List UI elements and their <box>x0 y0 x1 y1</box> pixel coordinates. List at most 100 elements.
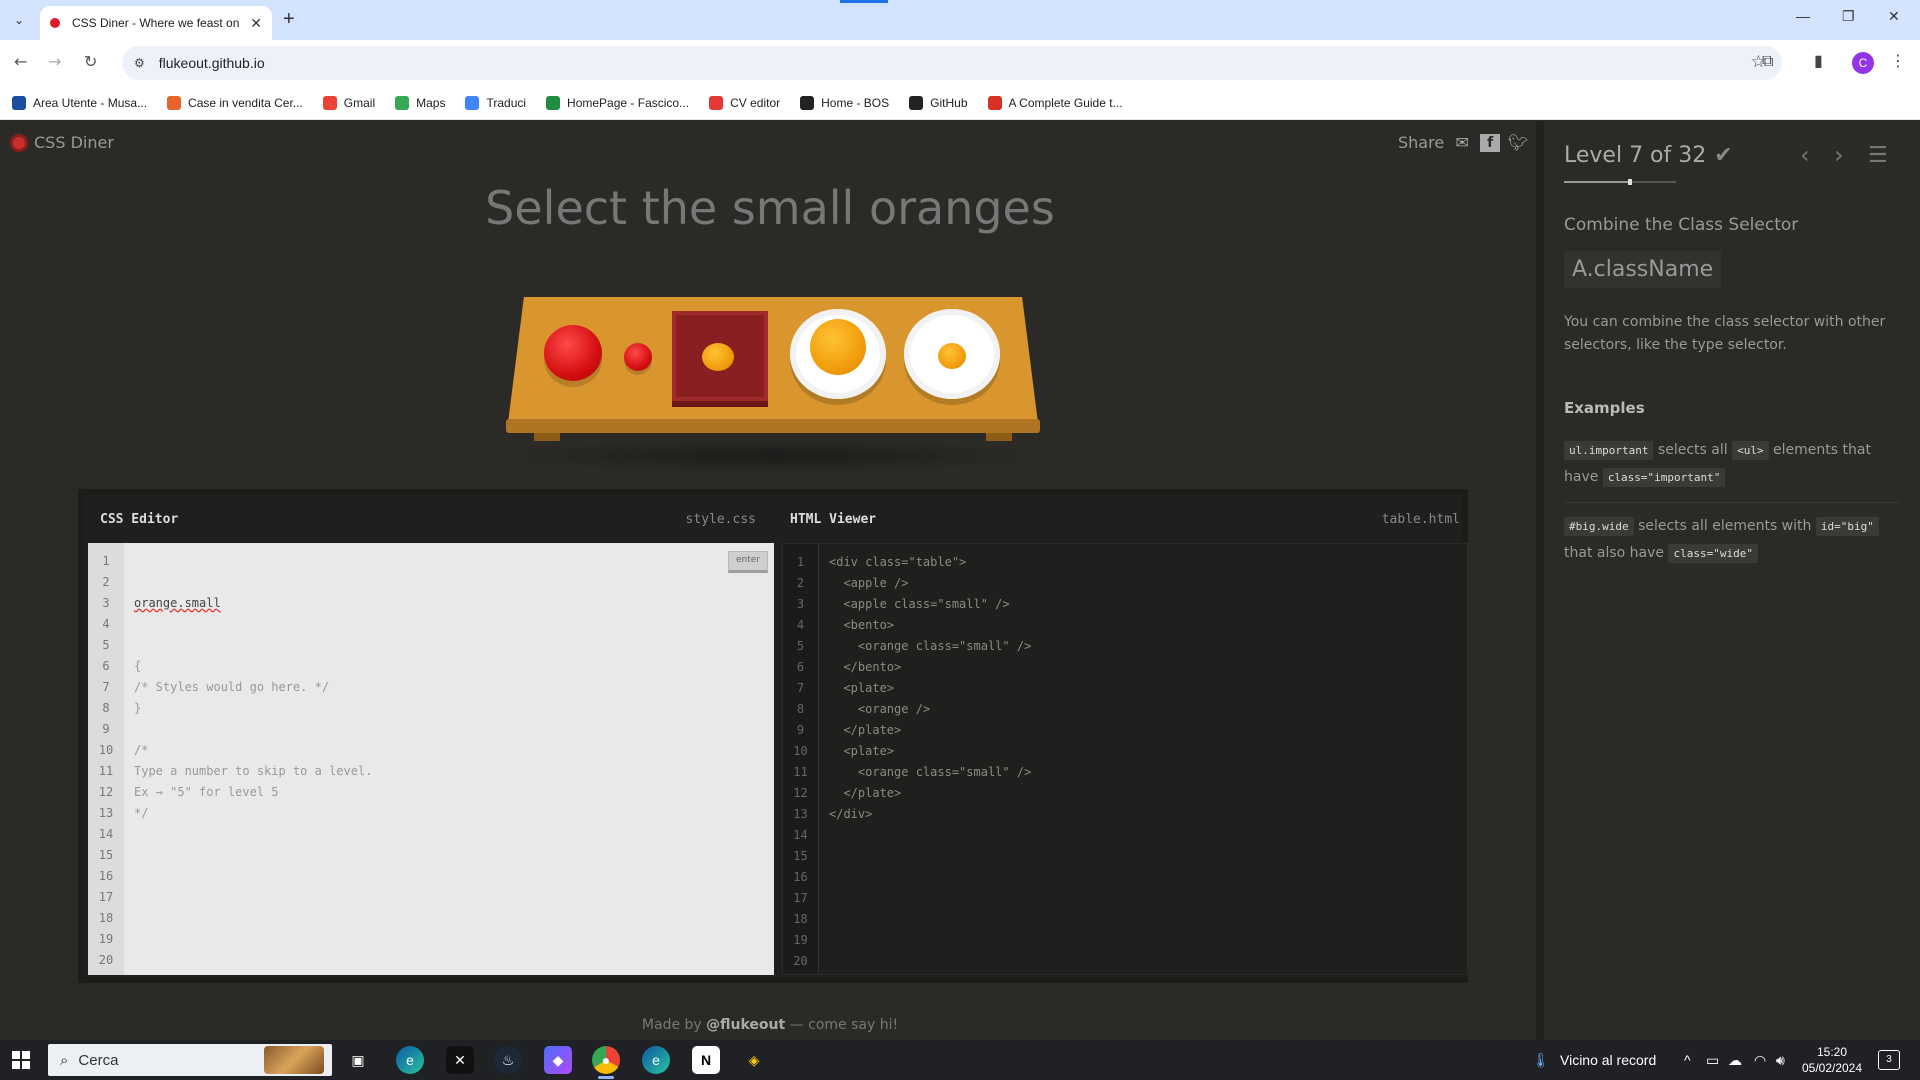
css-diner-favicon-icon <box>50 18 60 28</box>
code-line: <plate> <box>829 744 895 758</box>
close-tab-icon[interactable]: ✕ <box>250 15 262 32</box>
bookmark-label: Area Utente - Musa... <box>33 95 148 110</box>
css-code[interactable]: orange.small {/* Styles would go here. *… <box>134 551 372 866</box>
bookmark-label: Traduci <box>486 95 527 110</box>
code-line: */ <box>134 806 149 820</box>
orange-small-in-bento[interactable] <box>702 343 734 371</box>
site-settings-icon[interactable]: ⚙ <box>134 56 145 70</box>
bookmark-item[interactable]: Traduci <box>465 95 527 110</box>
chrome-icon[interactable]: ● <box>592 1046 620 1074</box>
example-code: ul.important <box>1564 441 1654 460</box>
git-client-icon[interactable]: ◈ <box>740 1046 768 1074</box>
twitter-icon[interactable]: 🐦︎ <box>1508 133 1528 152</box>
visual-studio-icon[interactable]: ◆ <box>544 1046 572 1074</box>
bookmark-item[interactable]: HomePage - Fascico... <box>546 95 689 110</box>
example-code: #big.wide <box>1564 517 1634 536</box>
bookmark-item[interactable]: GitHub <box>909 95 968 110</box>
code-line: <apple class="small" /> <box>829 597 1010 611</box>
bookmark-label: Home - BOS <box>821 95 890 110</box>
previous-level-icon[interactable]: ‹ <box>1800 141 1810 169</box>
taskbar-search[interactable]: ⌕ Cerca <box>48 1044 332 1076</box>
browser-toolbar: ← → ↻ ⚙ flukeout.github.io ☆ ⧉ ▮ C ⋮ <box>0 40 1920 86</box>
css-diner-page: CSS Diner Share ✉ f 🐦︎ Select the small … <box>0 121 1920 1040</box>
line-number: 19 <box>98 932 114 946</box>
selector-syntax: A.className <box>1564 251 1722 288</box>
search-icon: ⌕ <box>60 1051 69 1069</box>
windows-start-icon[interactable] <box>12 1051 30 1069</box>
volume-icon[interactable]: 🔊︎ <box>1776 1052 1785 1069</box>
next-level-icon[interactable]: › <box>1834 141 1844 169</box>
html-code: <div class="table"> <apple /> <apple cla… <box>829 552 1031 825</box>
steam-icon[interactable]: ♨ <box>494 1046 522 1074</box>
enter-button[interactable]: enter <box>728 551 768 573</box>
line-number: 13 <box>793 807 808 821</box>
task-view-icon[interactable]: ▣ <box>344 1046 372 1074</box>
level-menu-icon[interactable]: ☰ <box>1868 143 1888 168</box>
apple[interactable] <box>544 325 602 381</box>
tab-search-chevron-icon[interactable]: ⌄ <box>8 9 30 31</box>
orange-on-plate[interactable] <box>810 319 866 375</box>
html-viewer-title: HTML Viewer <box>790 511 877 527</box>
meet-now-icon[interactable]: ▭ <box>1706 1052 1719 1069</box>
line-number: 18 <box>98 911 114 925</box>
chrome-menu-icon[interactable]: ⋮ <box>1890 51 1906 70</box>
bookmark-item[interactable]: Maps <box>395 95 445 110</box>
address-bar[interactable]: ⚙ flukeout.github.io ☆ <box>122 46 1782 80</box>
show-hidden-icons-icon[interactable]: ^ <box>1684 1052 1691 1068</box>
bookmark-item[interactable]: CV editor <box>709 95 780 110</box>
edge-icon[interactable]: e <box>396 1046 424 1074</box>
sidebar-divider <box>1536 121 1544 1040</box>
network-icon[interactable]: ◠ <box>1754 1052 1766 1069</box>
facebook-icon[interactable]: f <box>1480 133 1501 152</box>
back-icon[interactable]: ← <box>14 52 27 71</box>
apple-small[interactable] <box>624 343 652 371</box>
reload-icon[interactable]: ↻ <box>84 52 97 71</box>
weather-thermometer-icon[interactable]: 🌡︎ <box>1532 1052 1550 1069</box>
notion-icon[interactable]: N <box>692 1046 720 1074</box>
side-panel-icon[interactable]: ▮ <box>1814 51 1823 70</box>
css-editor-header: CSS Editor style.css <box>100 495 770 543</box>
epic-games-icon[interactable]: ✕ <box>446 1046 474 1074</box>
flukeout-link[interactable]: @flukeout <box>706 1017 785 1033</box>
minimize-icon[interactable]: — <box>1796 8 1810 24</box>
bookmark-item[interactable]: Area Utente - Musa... <box>12 95 148 110</box>
search-placeholder: Cerca <box>78 1051 119 1069</box>
system-clock[interactable]: 15:20 05/02/2024 <box>1800 1044 1864 1076</box>
restore-icon[interactable]: ❐ <box>1842 8 1855 25</box>
notifications-icon[interactable]: 3 <box>1878 1050 1900 1070</box>
browser-tab-active[interactable]: CSS Diner - Where we feast on ✕ <box>40 6 272 40</box>
edge-beta-icon[interactable]: e <box>642 1046 670 1074</box>
line-number: 3 <box>796 597 805 611</box>
css-input[interactable]: orange.small <box>134 593 372 614</box>
code-line: <div class="table"> <box>829 555 967 569</box>
examples-title: Examples <box>1564 399 1645 417</box>
css-editor[interactable]: 1 2 3 4 5 6 7 8 9 10 11 12 13 14 15 16 17 18 19 20 orange.s… <box>88 543 774 975</box>
email-icon[interactable]: ✉ <box>1452 133 1472 152</box>
close-window-icon[interactable]: ✕ <box>1888 8 1900 25</box>
bookmark-item[interactable]: A Complete Guide t... <box>987 95 1123 110</box>
line-number: 8 <box>102 701 110 715</box>
new-tab-icon[interactable]: + <box>283 8 295 31</box>
line-number: 11 <box>793 765 808 779</box>
bookmark-item[interactable]: Gmail <box>322 95 375 110</box>
orange-small-on-plate[interactable] <box>938 343 966 369</box>
share-label: Share <box>1398 133 1445 152</box>
line-number: 12 <box>793 786 808 800</box>
profile-avatar[interactable]: C <box>1852 52 1874 74</box>
line-number: 4 <box>102 617 110 631</box>
bookmark-item[interactable]: Case in vendita Cer... <box>167 95 303 110</box>
forward-icon[interactable]: → <box>48 52 61 71</box>
level-progress-fill <box>1564 181 1628 183</box>
line-number: 11 <box>98 764 114 778</box>
weather-text[interactable]: Vicino al record <box>1560 1052 1656 1068</box>
level-progress-bar <box>1564 179 1676 185</box>
code-line: <apple /> <box>829 576 909 590</box>
code-line: </div> <box>829 807 873 821</box>
extensions-icon[interactable]: ⧉ <box>1762 51 1773 71</box>
bookmark-item[interactable]: Home - BOS <box>800 95 890 110</box>
footer-credit: Made by @flukeout — come say hi! <box>0 1017 1540 1033</box>
onedrive-icon[interactable]: ☁ <box>1728 1052 1742 1069</box>
level-subtitle: Combine the Class Selector <box>1564 215 1799 235</box>
made-by-suffix: — come say hi! <box>789 1017 899 1033</box>
css-diner-logo[interactable]: CSS Diner <box>10 133 114 152</box>
